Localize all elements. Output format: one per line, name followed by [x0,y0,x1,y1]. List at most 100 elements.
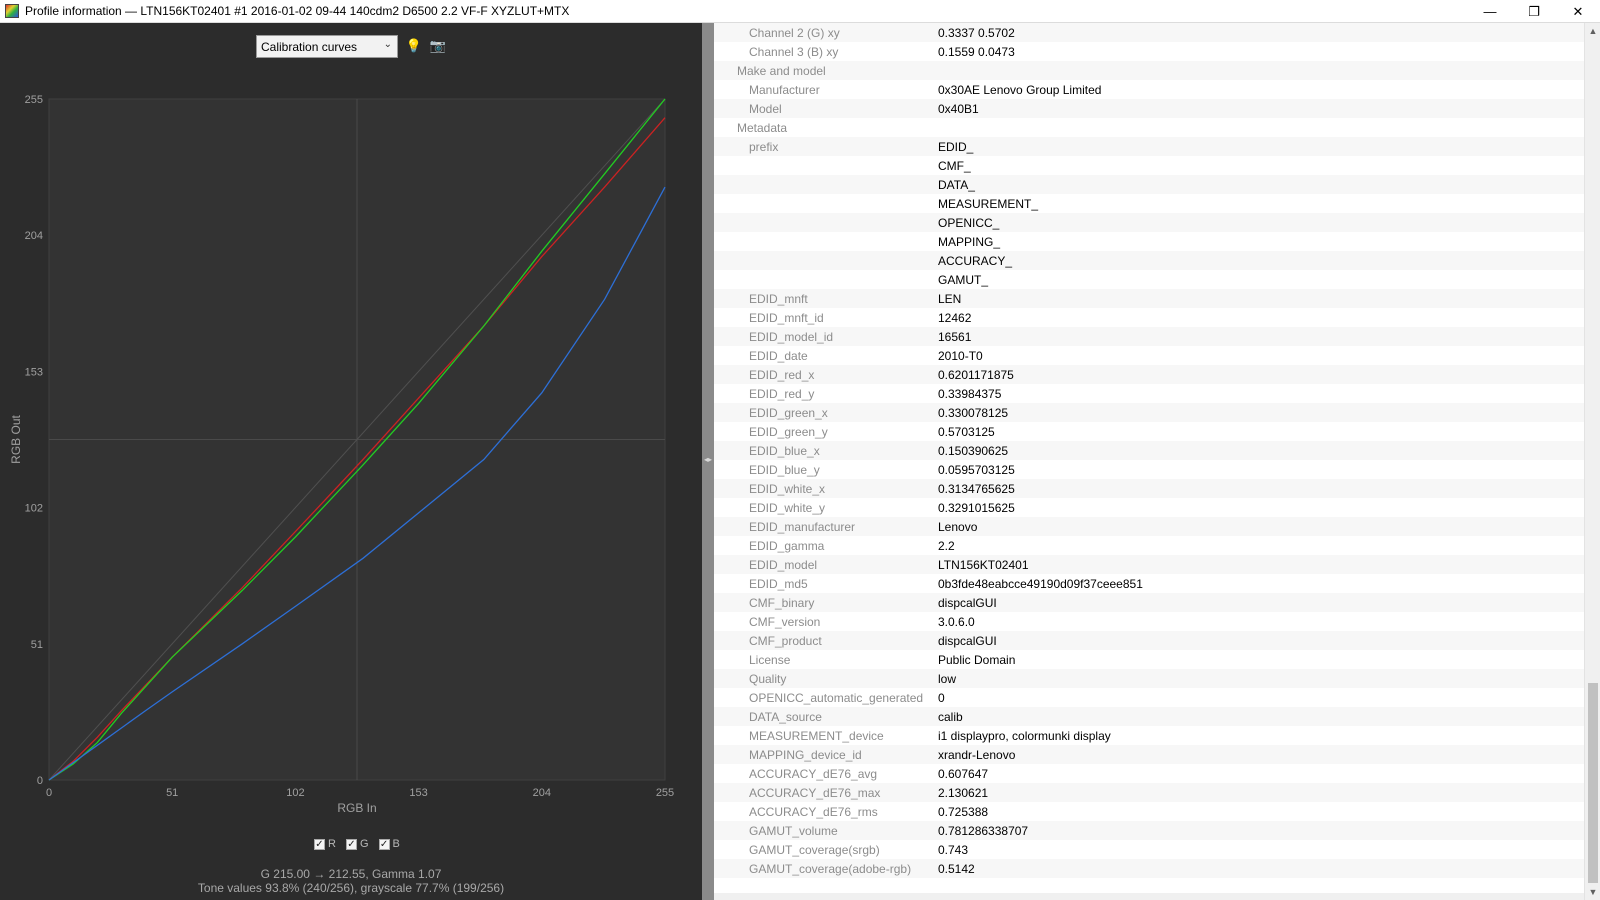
info-row: Metadata [714,118,1584,137]
curves-panel: Calibration curves ⌄ 💡 📷 0 51 102 153 204 255… [0,23,702,900]
info-row: EDID_md5 0b3fde48eabcce49190d09f37ceee851 [714,574,1584,593]
info-key: EDID_red_y [714,384,938,403]
info-row: CMF_version 3.0.6.0 [714,612,1584,631]
info-row: EDID_white_y 0.3291015625 [714,498,1584,517]
check-icon: ✓ [378,838,390,850]
info-key: CMF_binary [714,593,938,612]
info-value: dispcalGUI [938,593,1584,612]
info-key: CMF_product [714,631,938,650]
scroll-thumb[interactable] [1588,683,1598,883]
info-key [714,156,938,175]
info-value: 0.3134765625 [938,479,1584,498]
window-controls: — ❐ ✕ [1468,0,1600,23]
info-value: 0 [938,688,1584,707]
y-tick-label: 51 [31,639,43,651]
info-value: 3.0.6.0 [938,612,1584,631]
info-key: EDID_blue_y [714,460,938,479]
info-key: EDID_md5 [714,574,938,593]
close-button[interactable]: ✕ [1556,0,1600,23]
info-row: GAMUT_volume 0.781286338707 [714,821,1584,840]
info-row: GAMUT_coverage(adobe-rgb) 0.5142 [714,859,1584,878]
y-tick-label: 153 [25,366,43,378]
window-title: Profile information — LTN156KT02401 #1 2… [25,4,570,18]
info-row: MAPPING_ [714,232,1584,251]
profile-info-panel: Channel 2 (G) xy 0.3337 0.5702 Channel 3 (… [714,23,1584,893]
info-key: EDID_mnft_id [714,308,938,327]
vertical-scrollbar[interactable]: ▲ ▼ [1584,23,1600,900]
minimize-button[interactable]: — [1468,0,1512,23]
info-value: 12462 [938,308,1584,327]
info-value: 0.3291015625 [938,498,1584,517]
info-key: EDID_manufacturer [714,517,938,536]
info-row: Model 0x40B1 [714,99,1584,118]
scroll-up-icon[interactable]: ▲ [1585,23,1600,39]
info-key: EDID_gamma [714,536,938,555]
info-row: MEASUREMENT_device i1 displaypro, colormu… [714,726,1584,745]
info-value: GAMUT_ [938,270,1584,289]
info-value: 0.5142 [938,859,1584,878]
info-value: xrandr-Lenovo [938,745,1584,764]
scroll-down-icon[interactable]: ▼ [1585,884,1600,900]
screenshot-icon[interactable]: 📷 [428,36,448,56]
info-value: 0.3337 0.5702 [938,23,1584,42]
info-value: 0b3fde48eabcce49190d09f37ceee851 [938,574,1584,593]
info-value: MEASUREMENT_ [938,194,1584,213]
info-row: MAPPING_device_id xrandr-Lenovo [714,745,1584,764]
info-row: EDID_red_x 0.6201171875 [714,365,1584,384]
info-key: ACCURACY_dE76_avg [714,764,938,783]
view-select[interactable]: Calibration curves ⌄ [256,35,398,58]
info-value: i1 displaypro, colormunki display [938,726,1584,745]
panel-splitter[interactable]: ◂▸ [702,23,714,900]
horizontal-scrollbar[interactable] [714,893,1584,900]
info-value: low [938,669,1584,688]
calibration-curves-chart[interactable]: 0 51 102 153 204 255 0 51 102 153 204 255 RGB In RGB … [0,63,702,823]
info-key: EDID_green_x [714,403,938,422]
channel-g-label: G [359,838,369,850]
info-row: EDID_date 2010-T0 [714,346,1584,365]
info-row: MEASUREMENT_ [714,194,1584,213]
info-key: EDID_model [714,555,938,574]
info-value: 16561 [938,327,1584,346]
info-row: ACCURACY_dE76_avg 0.607647 [714,764,1584,783]
info-key: OPENICC_automatic_generated [714,688,938,707]
info-value: 0x30AE Lenovo Group Limited [938,80,1584,99]
info-key: Channel 2 (G) xy [714,23,938,42]
view-select-value: Calibration curves [261,40,358,54]
info-row: CMF_binary dispcalGUI [714,593,1584,612]
channel-g-checkbox[interactable]: ✓ G [345,838,369,850]
info-key: Quality [714,669,938,688]
info-row: EDID_green_y 0.5703125 [714,422,1584,441]
info-row: Make and model [714,61,1584,80]
info-value: MAPPING_ [938,232,1584,251]
info-row: DATA_source calib [714,707,1584,726]
y-tick-label: 255 [25,94,43,106]
info-key: MAPPING_device_id [714,745,938,764]
info-key: DATA_source [714,707,938,726]
grip-icon: ◂▸ [704,455,713,464]
bulb-icon[interactable]: 💡 [404,36,424,56]
curve-readout: G 215.00 → 212.55, Gamma 1.07 [260,867,442,881]
x-tick-label: 51 [166,787,178,799]
channel-toggles: ✓ R ✓ G ✓ B [314,838,400,850]
info-row: EDID_blue_x 0.150390625 [714,441,1584,460]
info-key: Manufacturer [714,80,938,99]
info-row: CMF_ [714,156,1584,175]
info-key: Model [714,99,938,118]
info-key: EDID_white_x [714,479,938,498]
info-value: LEN [938,289,1584,308]
channel-b-checkbox[interactable]: ✓ B [378,838,400,850]
channel-r-checkbox[interactable]: ✓ R [314,838,336,850]
info-key: EDID_red_x [714,365,938,384]
restore-button[interactable]: ❐ [1512,0,1556,23]
info-value: 0.607647 [938,764,1584,783]
profile-info-table: Channel 2 (G) xy 0.3337 0.5702 Channel 3 (… [714,23,1584,878]
info-row: Channel 2 (G) xy 0.3337 0.5702 [714,23,1584,42]
info-value: CMF_ [938,156,1584,175]
info-value [938,118,1584,137]
info-key: Make and model [714,61,938,80]
info-value: 0.6201171875 [938,365,1584,384]
y-tick-label: 0 [37,775,43,787]
info-value: dispcalGUI [938,631,1584,650]
info-row: EDID_manufacturer Lenovo [714,517,1584,536]
info-row: OPENICC_automatic_generated 0 [714,688,1584,707]
